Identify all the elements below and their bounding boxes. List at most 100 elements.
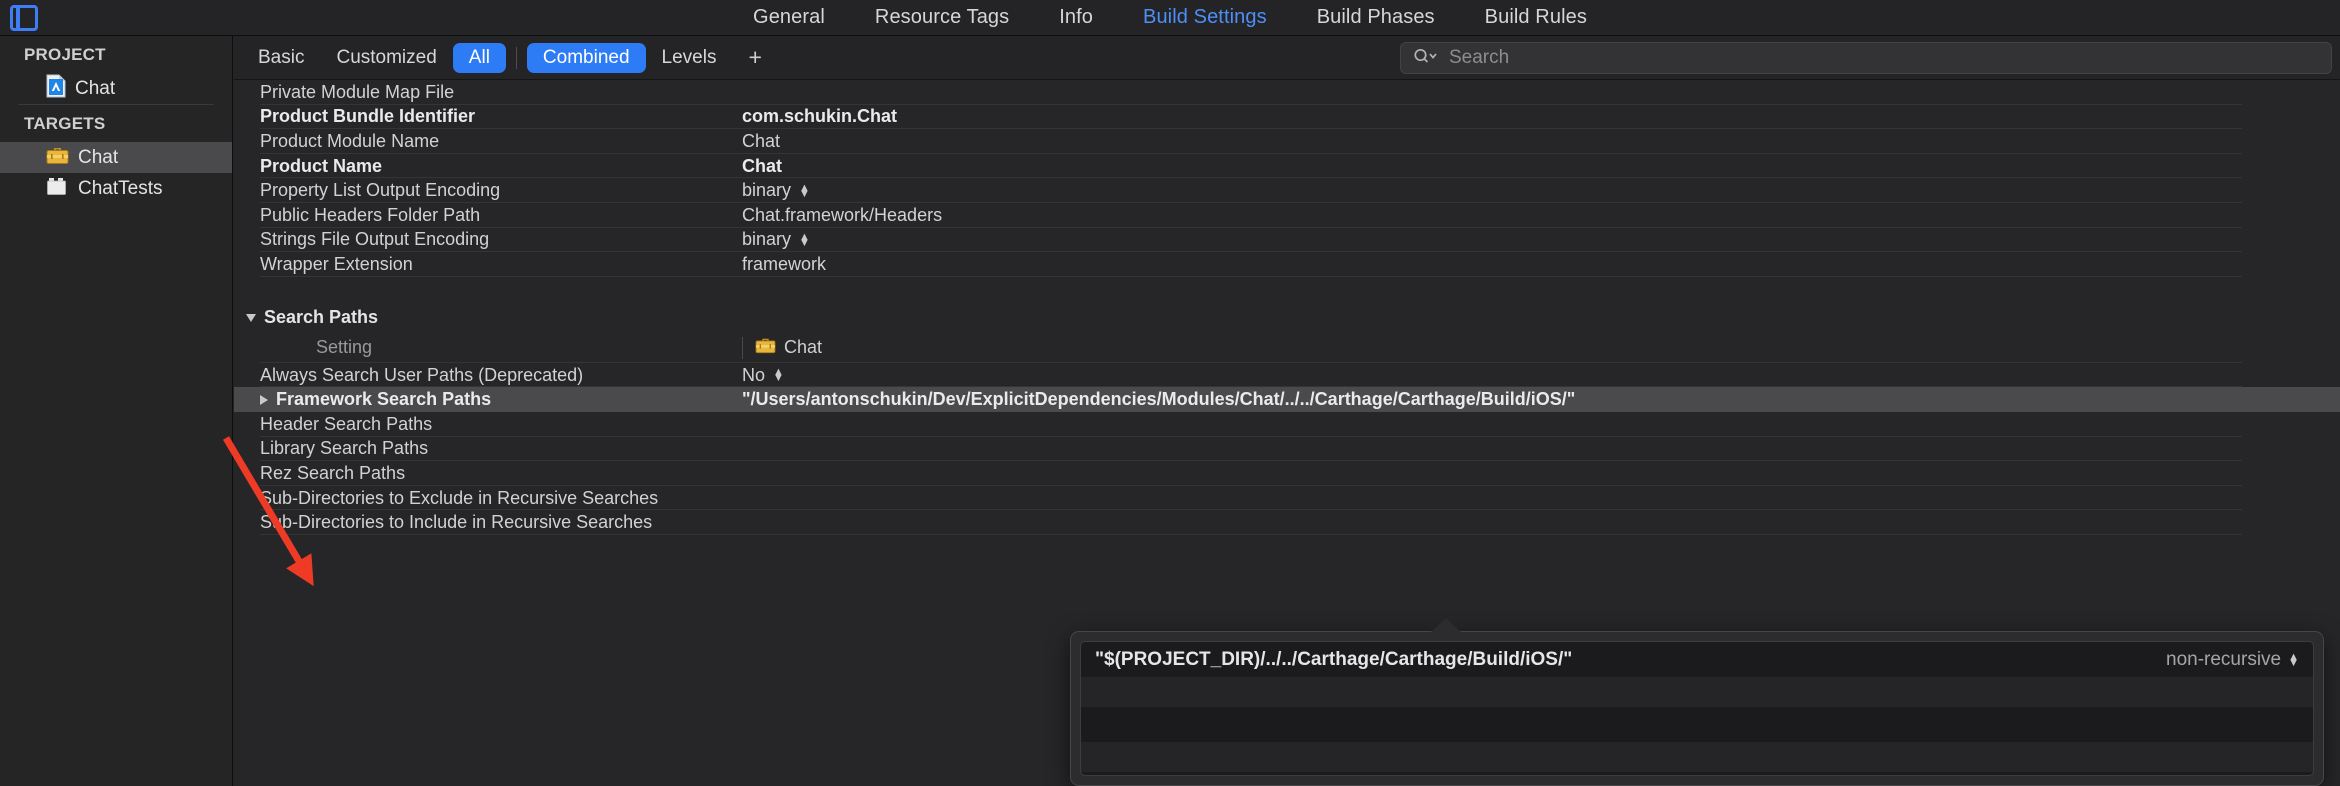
tab-list: General Resource Tags Info Build Setting… bbox=[0, 6, 2340, 29]
sidebar-toggle-icon[interactable] bbox=[10, 5, 38, 31]
setting-value-text: binary bbox=[742, 180, 791, 201]
setting-name: Library Search Paths bbox=[260, 438, 742, 459]
sidebar-section-project: PROJECT bbox=[0, 36, 232, 73]
setting-name: Product Module Name bbox=[260, 131, 742, 152]
column-header-target-label: Chat bbox=[784, 337, 822, 358]
setting-value[interactable]: "/Users/antonschukin/Dev/ExplicitDepende… bbox=[742, 389, 1575, 410]
setting-value[interactable]: Chat.framework/Headers bbox=[742, 205, 942, 226]
table-row[interactable]: Product Bundle Identifier com.schukin.Ch… bbox=[234, 105, 2340, 130]
toolbox-icon bbox=[755, 336, 776, 359]
search-path-empty-row[interactable] bbox=[1081, 707, 2313, 742]
tab-resource-tags[interactable]: Resource Tags bbox=[875, 6, 1009, 29]
filter-levels-button[interactable]: Levels bbox=[646, 43, 733, 73]
setting-name: Product Bundle Identifier bbox=[260, 106, 742, 127]
setting-name: Sub-Directories to Include in Recursive … bbox=[260, 512, 742, 533]
sidebar-item-label: Chat bbox=[75, 78, 115, 100]
table-row[interactable]: Library Search Paths bbox=[234, 437, 2340, 462]
add-user-defined-setting-button[interactable]: + bbox=[732, 46, 777, 69]
table-row-framework-search-paths[interactable]: Framework Search Paths "/Users/antonschu… bbox=[234, 387, 2340, 412]
search-paths-list: "$(PROJECT_DIR)/../../Carthage/Carthage/… bbox=[1080, 641, 2314, 776]
test-bundle-icon bbox=[46, 176, 69, 201]
setting-name: Rez Search Paths bbox=[260, 463, 742, 484]
filter-separator bbox=[516, 47, 517, 69]
stepper-icon[interactable]: ▲▼ bbox=[2288, 654, 2299, 666]
sidebar-section-targets: TARGETS bbox=[0, 105, 232, 142]
setting-value-text: No bbox=[742, 365, 765, 386]
stepper-icon[interactable]: ▲▼ bbox=[773, 369, 784, 381]
table-row[interactable]: Wrapper Extension framework bbox=[234, 252, 2340, 277]
column-header-target[interactable]: Chat bbox=[742, 337, 822, 359]
setting-name: Always Search User Paths (Deprecated) bbox=[260, 365, 742, 386]
recursion-mode-label: non-recursive bbox=[2166, 649, 2281, 671]
setting-name-text: Framework Search Paths bbox=[276, 389, 491, 410]
build-settings-filter-bar: Basic Customized All Combined Levels + bbox=[234, 36, 2340, 80]
table-row[interactable]: Strings File Output Encoding binary ▲▼ bbox=[234, 228, 2340, 253]
setting-name: Private Module Map File bbox=[260, 82, 742, 103]
setting-value-text: binary bbox=[742, 229, 791, 250]
table-row[interactable]: Private Module Map File bbox=[234, 80, 2340, 105]
filter-all-button[interactable]: All bbox=[453, 43, 506, 73]
tab-build-settings[interactable]: Build Settings bbox=[1143, 6, 1267, 29]
stepper-icon[interactable]: ▲▼ bbox=[799, 234, 810, 246]
search-path-entry[interactable]: "$(PROJECT_DIR)/../../Carthage/Carthage/… bbox=[1081, 642, 2313, 677]
table-row[interactable]: Property List Output Encoding binary ▲▼ bbox=[234, 178, 2340, 203]
editor-tab-bar: General Resource Tags Info Build Setting… bbox=[0, 0, 2340, 36]
sidebar-item-label: ChatTests bbox=[78, 178, 162, 200]
row-separator bbox=[260, 534, 2242, 535]
setting-value[interactable]: framework bbox=[742, 254, 826, 275]
setting-name: Sub-Directories to Exclude in Recursive … bbox=[260, 488, 742, 509]
search-input[interactable] bbox=[1449, 47, 2309, 69]
sidebar-item-target-chattests[interactable]: ChatTests bbox=[0, 173, 232, 204]
search-path-empty-row[interactable] bbox=[1081, 742, 2313, 772]
filter-customized-button[interactable]: Customized bbox=[320, 43, 452, 73]
group-spacer bbox=[234, 277, 2340, 303]
sidebar-item-project-chat[interactable]: Chat bbox=[0, 73, 232, 104]
table-row[interactable]: Public Headers Folder Path Chat.framewor… bbox=[234, 203, 2340, 228]
filter-basic-button[interactable]: Basic bbox=[242, 43, 320, 73]
recursion-mode-dropdown[interactable]: non-recursive ▲▼ bbox=[2166, 649, 2299, 671]
setting-name: Framework Search Paths bbox=[260, 389, 742, 410]
sidebar-item-label: Chat bbox=[78, 147, 118, 169]
table-row[interactable]: Sub-Directories to Include in Recursive … bbox=[234, 510, 2340, 535]
tab-general[interactable]: General bbox=[753, 6, 825, 29]
group-header-search-paths[interactable]: Search Paths bbox=[234, 303, 2340, 333]
setting-value[interactable]: binary ▲▼ bbox=[742, 180, 810, 201]
setting-value[interactable]: Chat bbox=[742, 131, 780, 152]
search-field[interactable] bbox=[1400, 42, 2332, 74]
setting-value[interactable]: Chat bbox=[742, 156, 782, 177]
magnifier-icon[interactable] bbox=[1413, 48, 1439, 69]
triangle-down-icon[interactable] bbox=[246, 314, 256, 322]
popover-tail bbox=[1430, 618, 1462, 633]
project-navigator-sidebar: PROJECT Chat TARGETS bbox=[0, 36, 233, 786]
search-path-empty-row[interactable] bbox=[1081, 677, 2313, 707]
stepper-icon[interactable]: ▲▼ bbox=[799, 185, 810, 197]
xcode-project-icon bbox=[46, 74, 66, 103]
setting-name: Public Headers Folder Path bbox=[260, 205, 742, 226]
setting-value[interactable]: No ▲▼ bbox=[742, 365, 784, 386]
sidebar-item-target-chat[interactable]: Chat bbox=[0, 142, 232, 173]
table-row[interactable]: Product Name Chat bbox=[234, 154, 2340, 179]
toolbox-icon bbox=[46, 145, 69, 170]
tab-build-rules[interactable]: Build Rules bbox=[1485, 6, 1587, 29]
table-row[interactable]: Header Search Paths bbox=[234, 412, 2340, 437]
filter-combined-button[interactable]: Combined bbox=[527, 43, 646, 73]
setting-name: Property List Output Encoding bbox=[260, 180, 742, 201]
column-header-setting: Setting bbox=[260, 337, 742, 358]
row-separator bbox=[260, 276, 2242, 277]
table-column-header: Setting Chat bbox=[234, 333, 2340, 363]
tab-info[interactable]: Info bbox=[1059, 6, 1093, 29]
tab-build-phases[interactable]: Build Phases bbox=[1317, 6, 1435, 29]
search-paths-popover: "$(PROJECT_DIR)/../../Carthage/Carthage/… bbox=[1070, 631, 2324, 786]
setting-name: Product Name bbox=[260, 156, 742, 177]
search-path-value[interactable]: "$(PROJECT_DIR)/../../Carthage/Carthage/… bbox=[1095, 649, 1572, 671]
xcode-window: General Resource Tags Info Build Setting… bbox=[0, 0, 2340, 786]
table-row[interactable]: Always Search User Paths (Deprecated) No… bbox=[234, 363, 2340, 388]
table-row[interactable]: Rez Search Paths bbox=[234, 461, 2340, 486]
table-row[interactable]: Sub-Directories to Exclude in Recursive … bbox=[234, 486, 2340, 511]
group-header-label: Search Paths bbox=[264, 307, 378, 328]
triangle-right-icon[interactable] bbox=[260, 395, 268, 405]
setting-name: Strings File Output Encoding bbox=[260, 229, 742, 250]
setting-value[interactable]: com.schukin.Chat bbox=[742, 106, 897, 127]
table-row[interactable]: Product Module Name Chat bbox=[234, 129, 2340, 154]
setting-value[interactable]: binary ▲▼ bbox=[742, 229, 810, 250]
